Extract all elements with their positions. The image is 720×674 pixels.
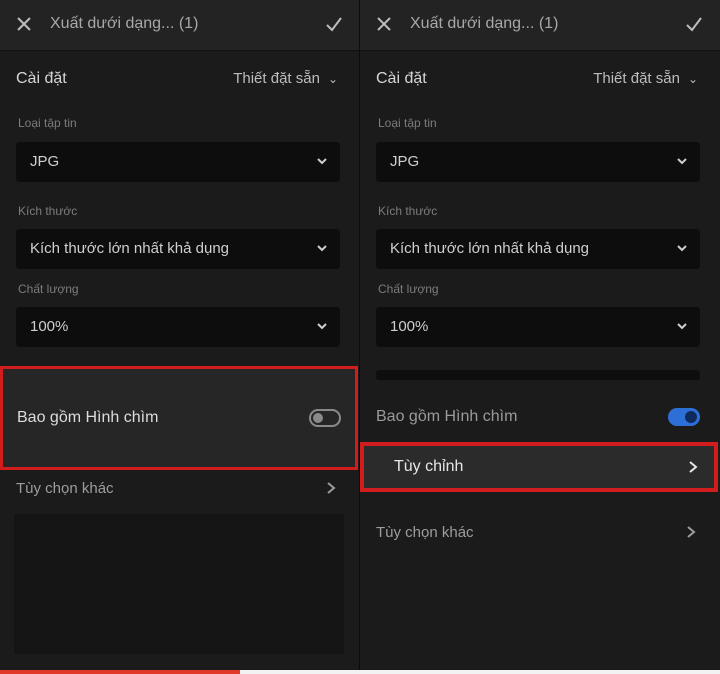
customize-label: Tùy chỉnh [394, 458, 464, 475]
checkmark-icon[interactable] [322, 12, 346, 36]
file-type-value: JPG [30, 153, 60, 170]
more-options-row[interactable]: Tùy chọn khác [360, 516, 720, 550]
dialog-title: Xuất dưới dạng... (1) [410, 15, 559, 32]
size-value: Kích thước lớn nhất khả dụng [390, 240, 589, 257]
dialog-header: Xuất dưới dạng... (1) [360, 0, 720, 51]
file-type-select[interactable]: JPG [376, 142, 700, 182]
bottom-accent-bar [0, 670, 240, 674]
quality-value: 100% [390, 318, 429, 335]
watermark-label: Bao gồm Hình chìm [376, 408, 518, 425]
preset-label: Thiết đặt sẵn [593, 70, 680, 87]
chevron-right-icon [689, 461, 698, 473]
checkmark-icon[interactable] [682, 12, 706, 36]
toggle-knob [685, 411, 697, 423]
chevron-right-icon [327, 482, 336, 494]
export-panel-right: Xuất dưới dạng... (1) Cài đặt Thiết đặt … [360, 0, 720, 674]
size-select[interactable]: Kích thước lớn nhất khả dụng [16, 229, 340, 269]
watermark-row: Bao gồm Hình chìm [0, 366, 358, 470]
bottom-white-bar [240, 670, 720, 674]
quality-label: Chất lượng [18, 282, 79, 296]
file-type-select[interactable]: JPG [16, 142, 340, 182]
settings-row: Cài đặt Thiết đặt sẵn ⌄ [0, 64, 360, 96]
preset-dropdown[interactable]: Thiết đặt sẵn ⌄ [233, 70, 338, 87]
preset-label: Thiết đặt sẵn [233, 70, 320, 87]
customize-row[interactable]: Tùy chỉnh [360, 442, 718, 492]
quality-select[interactable]: 100% [16, 307, 340, 347]
chevron-right-icon [687, 526, 696, 538]
file-type-label: Loại tập tin [378, 116, 437, 130]
chevron-down-icon: ⌄ [327, 72, 338, 86]
quality-select[interactable]: 100% [376, 307, 700, 347]
file-type-label: Loại tập tin [18, 116, 77, 130]
size-label: Kích thước [378, 204, 438, 218]
toggle-knob [313, 413, 323, 423]
size-label: Kích thước [18, 204, 78, 218]
empty-area [14, 514, 344, 654]
preset-dropdown[interactable]: Thiết đặt sẵn ⌄ [593, 70, 698, 87]
size-value: Kích thước lớn nhất khả dụng [30, 240, 229, 257]
chevron-down-icon [677, 245, 687, 252]
chevron-down-icon [677, 158, 687, 165]
chevron-down-icon: ⌄ [687, 72, 698, 86]
dialog-header: Xuất dưới dạng... (1) [0, 0, 360, 51]
chevron-down-icon [677, 323, 687, 330]
watermark-toggle[interactable] [309, 409, 341, 427]
quality-slider[interactable] [376, 370, 700, 380]
close-icon[interactable] [372, 12, 396, 36]
quality-value: 100% [30, 318, 69, 335]
more-options-label: Tùy chọn khác [16, 480, 114, 497]
settings-label: Cài đặt [16, 70, 67, 87]
watermark-toggle[interactable] [668, 408, 700, 426]
chevron-down-icon [317, 323, 327, 330]
watermark-label: Bao gồm Hình chìm [17, 409, 159, 426]
size-select[interactable]: Kích thước lớn nhất khả dụng [376, 229, 700, 269]
chevron-down-icon [317, 245, 327, 252]
dialog-title: Xuất dưới dạng... (1) [50, 15, 199, 32]
export-panel-left: Xuất dưới dạng... (1) Cài đặt Thiết đặt … [0, 0, 360, 674]
chevron-down-icon [317, 158, 327, 165]
settings-label: Cài đặt [376, 70, 427, 87]
more-options-row[interactable]: Tùy chọn khác [0, 472, 360, 506]
close-icon[interactable] [12, 12, 36, 36]
more-options-label: Tùy chọn khác [376, 524, 474, 541]
quality-label: Chất lượng [378, 282, 439, 296]
file-type-value: JPG [390, 153, 420, 170]
settings-row: Cài đặt Thiết đặt sẵn ⌄ [360, 64, 720, 96]
